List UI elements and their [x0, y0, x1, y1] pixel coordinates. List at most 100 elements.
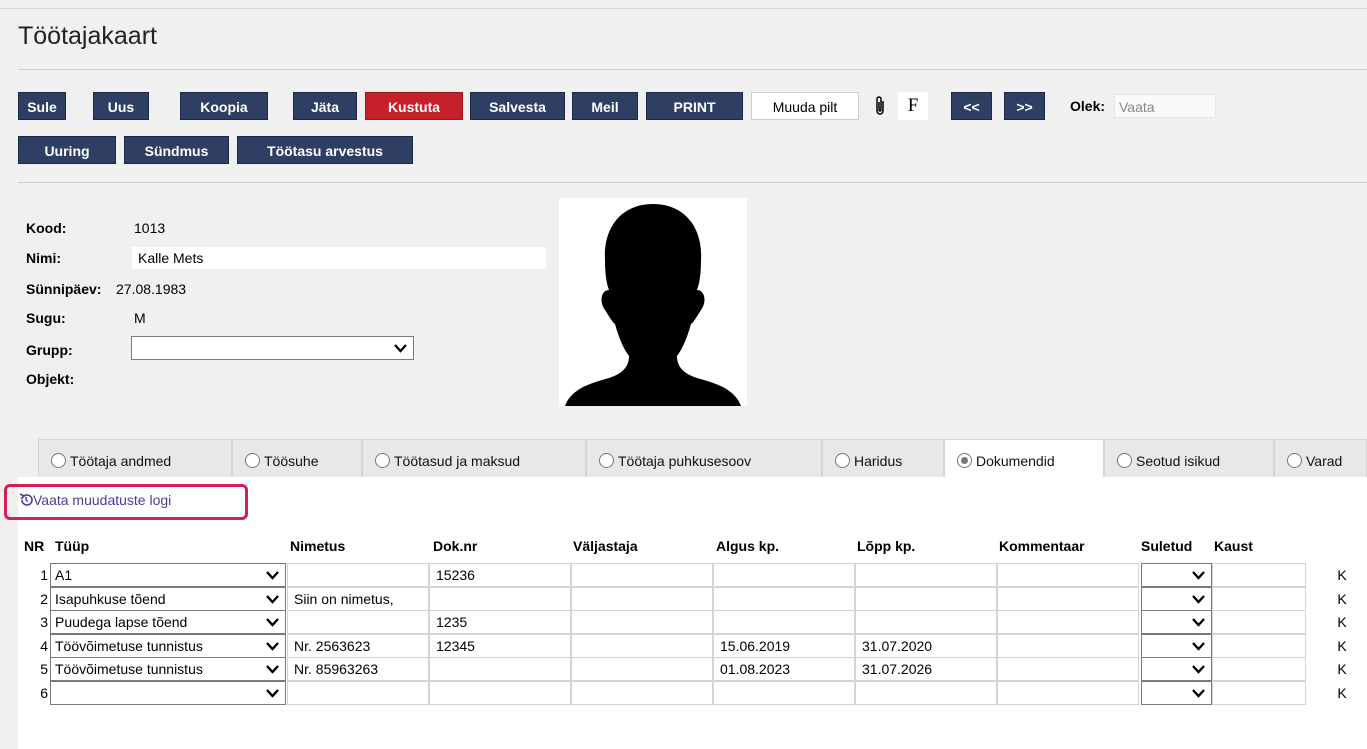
tab-tootaja-andmed[interactable]: Töötaja andmed — [38, 439, 232, 477]
k-button[interactable]: K — [1329, 634, 1355, 658]
olek-field[interactable]: Vaata — [1114, 94, 1216, 118]
chevron-down-icon — [266, 635, 279, 651]
k-button[interactable]: K — [1329, 587, 1355, 611]
tab-tootaja-puhkusesoov[interactable]: Töötaja puhkusesoov — [586, 439, 822, 477]
suletud-select[interactable] — [1141, 563, 1212, 587]
valjastaja-field[interactable] — [571, 633, 713, 658]
lopp-field[interactable] — [855, 610, 997, 634]
lopp-field[interactable] — [855, 586, 997, 611]
koopia-button[interactable]: Koopia — [180, 92, 268, 120]
kommentaar-field[interactable] — [997, 633, 1139, 658]
tyyp-select[interactable] — [50, 680, 286, 705]
salvesta-button[interactable]: Salvesta — [470, 92, 565, 120]
algus-field[interactable] — [713, 610, 855, 634]
lopp-field[interactable] — [855, 680, 997, 705]
nimi-label: Nimi: — [26, 250, 61, 266]
uuring-button[interactable]: Uuring — [18, 136, 116, 164]
k-button[interactable]: K — [1329, 681, 1355, 705]
tab-tootasud-ja-maksud[interactable]: Töötasud ja maksud — [362, 439, 586, 477]
algus-field[interactable]: 01.08.2023 — [713, 657, 855, 681]
valjastaja-field[interactable] — [571, 680, 713, 705]
f-button[interactable]: F — [898, 92, 928, 120]
olek-label: Olek: — [1070, 98, 1106, 114]
tab-haridus[interactable]: Haridus — [822, 439, 944, 477]
row-number: 6 — [40, 684, 48, 701]
kaust-field[interactable] — [1212, 680, 1306, 705]
nimetus-field[interactable]: Siin on nimetus, — [287, 586, 429, 611]
lopp-field[interactable]: 31.07.2020 — [855, 633, 997, 658]
algus-field[interactable]: 15.06.2019 — [713, 633, 855, 658]
algus-field[interactable] — [713, 680, 855, 705]
kaust-field[interactable] — [1212, 586, 1306, 611]
nimetus-field[interactable]: Nr. 85963263 — [287, 657, 429, 681]
suletud-select[interactable] — [1141, 657, 1212, 681]
algus-field[interactable] — [713, 563, 855, 587]
valjastaja-field[interactable] — [571, 657, 713, 681]
prev-button[interactable]: << — [951, 92, 992, 120]
kaust-field[interactable] — [1212, 657, 1306, 681]
tyyp-select[interactable]: Töövõimetuse tunnistus — [50, 633, 286, 658]
radio-icon — [1117, 453, 1132, 468]
doknr-field[interactable] — [429, 680, 571, 705]
tyyp-select[interactable]: Isapuhkuse tõend — [50, 586, 286, 611]
kommentaar-field[interactable] — [997, 680, 1139, 705]
sundmus-button[interactable]: Sündmus — [124, 136, 229, 164]
kaust-field[interactable] — [1212, 563, 1306, 587]
uus-button[interactable]: Uus — [93, 92, 149, 120]
suletud-select[interactable] — [1141, 586, 1212, 611]
doknr-field[interactable] — [429, 657, 571, 681]
doknr-field[interactable] — [429, 586, 571, 611]
kaust-field[interactable] — [1212, 633, 1306, 658]
lopp-field[interactable] — [855, 563, 997, 587]
top-border — [0, 0, 1367, 9]
nimetus-field[interactable] — [287, 610, 429, 634]
tab-seotud-isikud[interactable]: Seotud isikud — [1104, 439, 1274, 477]
paperclip-icon[interactable] — [866, 92, 894, 120]
grupp-select[interactable] — [131, 336, 414, 360]
tab-toosuhe[interactable]: Töösuhe — [232, 439, 362, 477]
nimetus-field[interactable]: Nr. 2563623 — [287, 633, 429, 658]
next-button[interactable]: >> — [1004, 92, 1045, 120]
doknr-field[interactable]: 15236 — [429, 563, 571, 587]
tyyp-select[interactable]: Töövõimetuse tunnistus — [50, 657, 286, 681]
algus-field[interactable] — [713, 586, 855, 611]
col-header-kaust: Kaust — [1214, 538, 1253, 554]
tyyp-select[interactable]: A1 — [50, 563, 286, 587]
kommentaar-field[interactable] — [997, 657, 1139, 681]
jata-button[interactable]: Jäta — [293, 92, 357, 120]
k-button[interactable]: K — [1329, 563, 1355, 587]
kommentaar-field[interactable] — [997, 586, 1139, 611]
doknr-field[interactable]: 1235 — [429, 610, 571, 634]
lopp-field[interactable]: 31.07.2026 — [855, 657, 997, 681]
kaust-field[interactable] — [1212, 610, 1306, 634]
tab-dokumendid[interactable]: Dokumendid — [944, 439, 1104, 479]
nimetus-field[interactable] — [287, 563, 429, 587]
nimi-field[interactable]: Kalle Mets — [131, 246, 547, 270]
tootasu-arvestus-button[interactable]: Töötasu arvestus — [237, 136, 413, 164]
suletud-select[interactable] — [1141, 610, 1212, 634]
print-button[interactable]: PRINT — [646, 92, 743, 120]
synnipaev-value: 27.08.1983 — [116, 281, 187, 297]
kustuta-button[interactable]: Kustuta — [365, 92, 463, 120]
k-button[interactable]: K — [1329, 657, 1355, 681]
sule-button[interactable]: Sule — [18, 92, 66, 120]
suletud-select[interactable] — [1141, 633, 1212, 658]
doknr-field[interactable]: 12345 — [429, 633, 571, 658]
valjastaja-field[interactable] — [571, 610, 713, 634]
kommentaar-field[interactable] — [997, 610, 1139, 634]
radio-icon — [51, 453, 66, 468]
kommentaar-field[interactable] — [997, 563, 1139, 587]
tyyp-select[interactable]: Puudega lapse tõend — [50, 610, 286, 634]
meil-button[interactable]: Meil — [572, 92, 638, 120]
tab-label: Töötaja andmed — [70, 453, 172, 469]
nimetus-field[interactable] — [287, 680, 429, 705]
suletud-select[interactable] — [1141, 680, 1212, 705]
muuda-pilt-button[interactable]: Muuda pilt — [751, 92, 859, 120]
chevron-down-icon — [266, 682, 279, 698]
tab-varad[interactable]: Varad — [1274, 439, 1367, 477]
vaata-muudatuste-logi-link[interactable]: Vaata muudatuste logi — [19, 492, 171, 510]
tab-label: Töötaja puhkusesoov — [618, 453, 752, 469]
valjastaja-field[interactable] — [571, 563, 713, 587]
valjastaja-field[interactable] — [571, 586, 713, 611]
k-button[interactable]: K — [1329, 610, 1355, 634]
